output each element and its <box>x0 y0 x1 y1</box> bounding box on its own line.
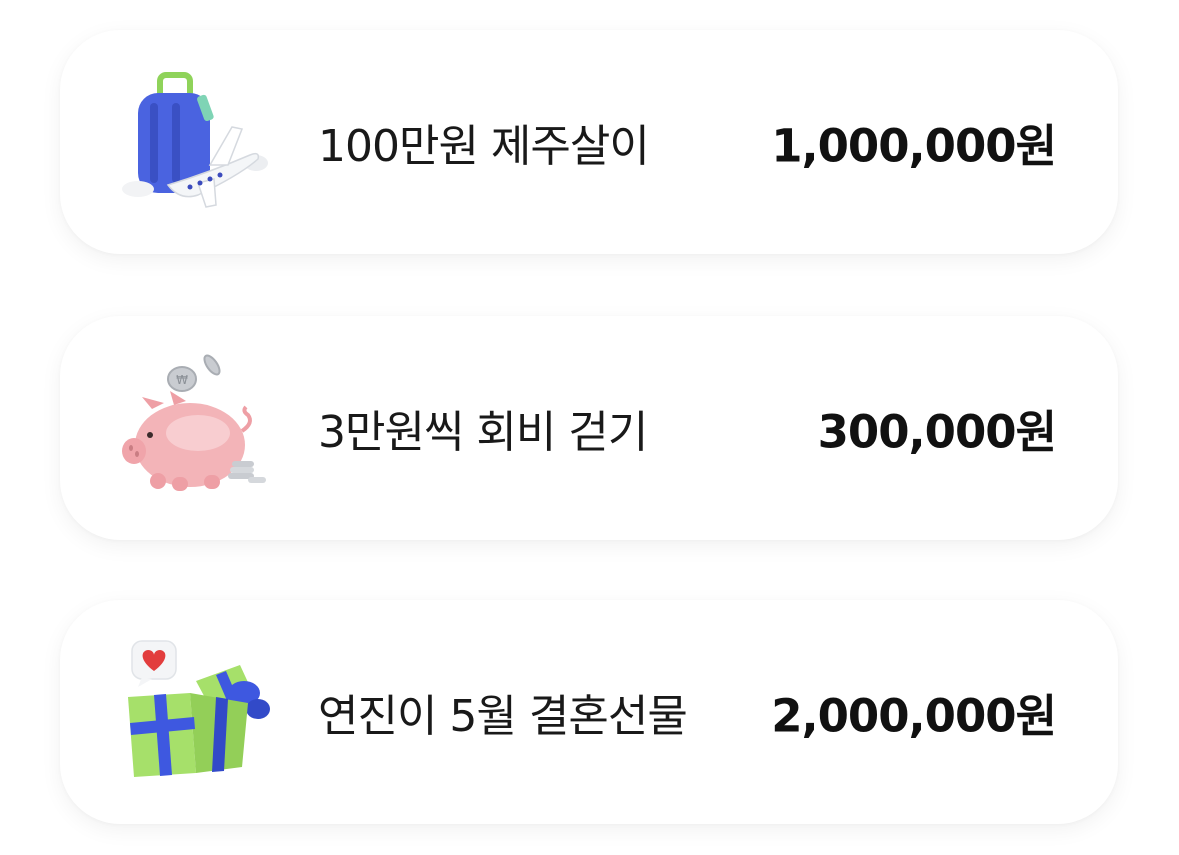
goal-amount: 300,000원 <box>817 405 1057 459</box>
svg-text:₩: ₩ <box>176 373 188 387</box>
goal-card-wedding-gift[interactable]: 연진이 5월 결혼선물 2,000,000원 <box>60 600 1118 824</box>
goal-amount: 1,000,000원 <box>771 119 1057 173</box>
goal-amount: 2,000,000원 <box>771 689 1057 743</box>
goal-card-dues[interactable]: ₩ 3만원씩 회비 걷기 300,000원 <box>60 316 1118 540</box>
goal-label: 100만원 제주살이 <box>318 121 650 172</box>
piggy-bank-coins-icon: ₩ <box>120 353 270 503</box>
goal-label: 연진이 5월 결혼선물 <box>318 691 688 742</box>
gift-box-heart-icon <box>120 637 270 787</box>
goal-card-jeju[interactable]: 100만원 제주살이 1,000,000원 <box>60 30 1118 254</box>
savings-goal-list: 100만원 제주살이 1,000,000원 ₩ 3만원씩 회비 걷기 300,0… <box>0 0 1179 855</box>
goal-label: 3만원씩 회비 걷기 <box>318 407 648 458</box>
travel-luggage-airplane-icon <box>120 67 270 217</box>
